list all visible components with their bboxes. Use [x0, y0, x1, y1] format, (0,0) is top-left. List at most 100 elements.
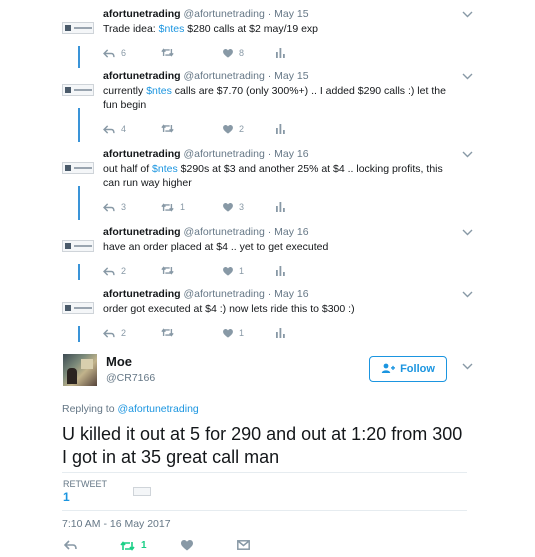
like-icon: [223, 266, 233, 276]
reply-button[interactable]: 3: [103, 202, 126, 212]
author-name[interactable]: afortunetrading: [103, 226, 181, 238]
like-button[interactable]: 3: [223, 202, 244, 212]
tweet-header: afortunetrading @afortunetrading · May 1…: [103, 70, 309, 82]
avatar[interactable]: [62, 240, 94, 252]
thread-connector: [78, 326, 80, 342]
like-icon: [223, 202, 233, 212]
reply-button[interactable]: 2: [103, 328, 126, 338]
author-name[interactable]: Moe: [106, 354, 132, 369]
analytics-button[interactable]: [276, 202, 285, 212]
author-name[interactable]: afortunetrading: [103, 70, 181, 82]
divider: [62, 472, 467, 473]
thread-connector: [78, 264, 80, 280]
author-handle[interactable]: @afortunetrading: [181, 226, 265, 238]
chevron-down-icon[interactable]: [462, 150, 473, 161]
author-handle[interactable]: @afortunetrading: [181, 288, 265, 300]
retweeter-avatar[interactable]: [133, 487, 151, 496]
tweet-date[interactable]: May 16: [274, 288, 308, 300]
author-name[interactable]: afortunetrading: [103, 288, 181, 300]
tweet-date[interactable]: May 16: [274, 226, 308, 238]
like-button[interactable]: 8: [223, 48, 244, 58]
like-count: 1: [239, 328, 245, 338]
reply-button[interactable]: [64, 540, 77, 550]
tweet-text: order got executed at $4 :) now lets rid…: [103, 302, 355, 316]
reply-icon: [103, 202, 115, 212]
separator: ·: [264, 70, 275, 82]
analytics-button[interactable]: [276, 48, 285, 58]
avatar[interactable]: [62, 22, 94, 34]
tweet-header: afortunetrading @afortunetrading · May 1…: [103, 288, 309, 300]
tweet-header: afortunetrading @afortunetrading · May 1…: [103, 8, 309, 20]
author-name[interactable]: afortunetrading: [103, 8, 181, 20]
avatar[interactable]: [62, 162, 94, 174]
chevron-down-icon[interactable]: [462, 362, 473, 373]
reply-icon: [103, 48, 115, 58]
retweet-button[interactable]: 1: [161, 202, 185, 212]
like-icon: [181, 540, 193, 551]
cashtag-link[interactable]: $ntes: [159, 23, 185, 35]
avatar[interactable]: [63, 354, 97, 386]
tweet-date[interactable]: May 16: [274, 148, 308, 160]
reply-button[interactable]: 6: [103, 48, 126, 58]
like-button[interactable]: 2: [223, 124, 244, 134]
reply-icon: [103, 266, 115, 276]
retweet-icon: [161, 48, 174, 57]
analytics-icon: [276, 328, 285, 338]
tweet-text: Trade idea: $ntes $280 calls at $2 may/1…: [103, 22, 318, 36]
follow-person-icon: [381, 363, 396, 376]
tweet-date[interactable]: May 15: [274, 8, 308, 20]
text-segment: Trade idea:: [103, 23, 159, 35]
retweet-count[interactable]: 1: [63, 490, 70, 504]
author-handle[interactable]: @afortunetrading: [181, 148, 265, 160]
tweet-actions: 1: [62, 540, 282, 556]
retweet-count: 1: [141, 540, 147, 551]
separator: ·: [264, 8, 275, 20]
author-handle[interactable]: @afortunetrading: [181, 70, 265, 82]
cashtag-link[interactable]: $ntes: [152, 163, 178, 175]
retweet-icon: [161, 266, 174, 275]
cashtag-link[interactable]: $ntes: [146, 85, 172, 97]
retweet-button[interactable]: [161, 48, 174, 57]
retweet-button[interactable]: 1: [120, 540, 147, 551]
reply-button[interactable]: 4: [103, 124, 126, 134]
chevron-down-icon[interactable]: [462, 290, 473, 301]
chevron-down-icon[interactable]: [462, 228, 473, 239]
analytics-icon: [276, 202, 285, 212]
avatar[interactable]: [62, 302, 94, 314]
analytics-icon: [276, 266, 285, 276]
text-segment: can run way higher: [103, 177, 192, 189]
thread-connector: [78, 46, 80, 68]
author-handle[interactable]: @afortunetrading: [181, 8, 265, 20]
message-button[interactable]: [237, 540, 250, 550]
like-button[interactable]: [181, 540, 193, 551]
replying-to-link[interactable]: @afortunetrading: [117, 403, 198, 415]
retweet-button[interactable]: [161, 266, 174, 275]
like-icon: [223, 48, 233, 58]
analytics-button[interactable]: [276, 124, 285, 134]
analytics-button[interactable]: [276, 266, 285, 276]
like-button[interactable]: 1: [223, 328, 244, 338]
avatar[interactable]: [62, 84, 94, 96]
reply-icon: [64, 540, 77, 550]
chevron-down-icon[interactable]: [462, 10, 473, 21]
retweet-button[interactable]: [161, 124, 174, 133]
retweet-icon: [161, 328, 174, 337]
tweet-actions: 21: [103, 328, 303, 342]
chevron-down-icon[interactable]: [462, 72, 473, 83]
tweet-actions: 42: [103, 124, 303, 138]
reply-count: 2: [121, 266, 127, 276]
reply-count: 2: [121, 328, 127, 338]
tweet-date[interactable]: May 15: [274, 70, 308, 82]
author-handle[interactable]: @CR7166: [106, 372, 155, 384]
retweet-button[interactable]: [161, 328, 174, 337]
tweet-timestamp[interactable]: 7:10 AM - 16 May 2017: [62, 518, 171, 530]
like-button[interactable]: 1: [223, 266, 244, 276]
reply-icon: [103, 124, 115, 134]
reply-button[interactable]: 2: [103, 266, 126, 276]
analytics-button[interactable]: [276, 328, 285, 338]
follow-button[interactable]: Follow: [369, 356, 447, 382]
text-segment: fun begin: [103, 99, 147, 111]
text-segment: $280 calls at $2 may/19 exp: [184, 23, 319, 35]
author-name[interactable]: afortunetrading: [103, 148, 181, 160]
replying-to: Replying to @afortunetrading: [62, 403, 199, 415]
